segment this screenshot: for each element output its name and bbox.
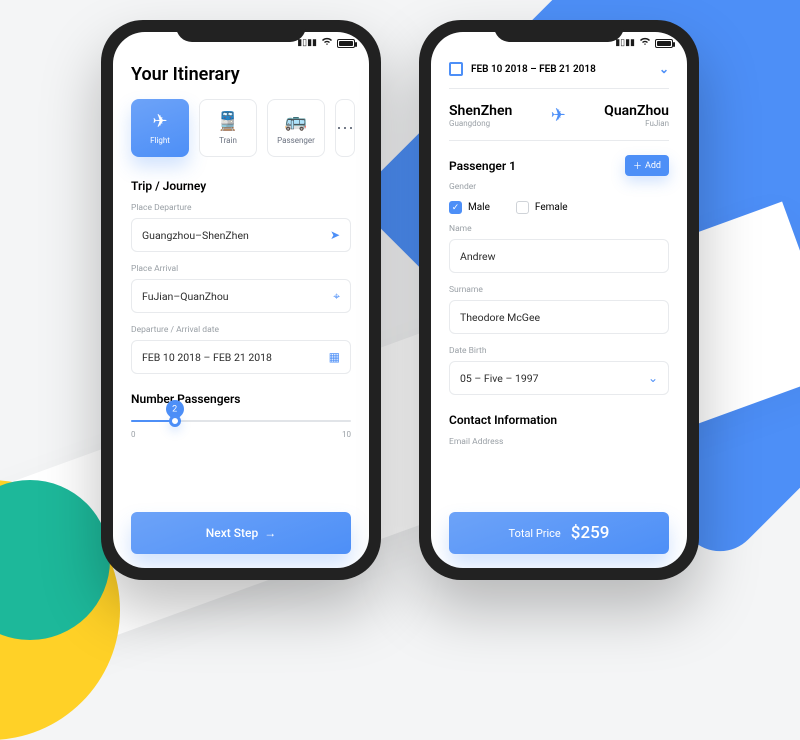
next-step-button[interactable]: Next Step → — [131, 512, 351, 554]
date-range-selector[interactable]: FEB 10 2018 – FEB 21 2018 ⌄ — [449, 54, 669, 89]
from-city: ShenZhen Guangdong — [449, 103, 512, 128]
device-notch — [494, 20, 624, 42]
arrival-field[interactable]: FuJian–QuanZhou ⌖ — [131, 279, 351, 313]
arrival-label: Place Arrival — [131, 264, 351, 274]
slider-min: 0 — [131, 430, 136, 439]
bus-icon: 🚌 — [285, 111, 307, 132]
to-city: QuanZhou FuJian — [604, 103, 669, 128]
plane-icon: ✈ — [551, 105, 566, 126]
date-range-value: FEB 10 2018 – FEB 21 2018 — [471, 64, 596, 75]
tab-label: Train — [219, 136, 237, 145]
departure-field[interactable]: Guangzhou–ShenZhen ➤ — [131, 218, 351, 252]
slider-thumb[interactable] — [169, 415, 181, 427]
dob-label: Date Birth — [449, 346, 669, 356]
arrival-value: FuJian–QuanZhou — [142, 290, 229, 303]
email-label: Email Address — [449, 437, 669, 447]
passenger-heading: Passenger 1 — [449, 159, 516, 173]
price-value: $259 — [571, 523, 610, 543]
tab-passenger[interactable]: 🚌 Passenger — [267, 99, 325, 157]
battery-icon — [337, 39, 355, 48]
signal-icon: ▮▯▮▮ — [615, 38, 635, 48]
departure-value: Guangzhou–ShenZhen — [142, 229, 249, 242]
tab-train[interactable]: 🚆 Train — [199, 99, 257, 157]
total-price-button[interactable]: Total Price $259 — [449, 512, 669, 554]
arrow-right-icon: → — [264, 526, 276, 540]
surname-value: Theodore McGee — [460, 311, 540, 324]
phone-mockup-passenger: ▮▯▮▮ FEB 10 2018 – FEB 21 2018 ⌄ ShenZh — [419, 20, 699, 580]
train-icon: 🚆 — [217, 111, 239, 132]
date-field[interactable]: FEB 10 2018 – FEB 21 2018 ▦ — [131, 340, 351, 374]
gender-male-option[interactable]: ✓ Male — [449, 201, 490, 214]
price-label: Total Price — [509, 527, 561, 540]
gender-label: Gender — [449, 182, 669, 192]
plane-icon: ✈ — [152, 111, 167, 132]
calendar-icon — [449, 62, 463, 76]
surname-field[interactable]: Theodore McGee — [449, 300, 669, 334]
tab-flight[interactable]: ✈ Flight — [131, 99, 189, 157]
calendar-icon: ▦ — [329, 350, 340, 364]
plus-icon: ＋ — [633, 159, 642, 172]
section-trip: Trip / Journey — [131, 179, 351, 193]
cta-label: Next Step — [206, 526, 258, 540]
add-passenger-button[interactable]: ＋ Add — [625, 155, 669, 176]
chevron-down-icon: ⌄ — [648, 371, 658, 385]
transport-tabs: ✈ Flight 🚆 Train 🚌 Passenger ⋯ — [131, 99, 351, 157]
checkbox-unchecked-icon — [516, 201, 529, 214]
contact-heading: Contact Information — [449, 413, 669, 427]
surname-label: Surname — [449, 285, 669, 295]
generic-icon: ⋯ — [336, 118, 354, 139]
wifi-icon — [639, 37, 651, 49]
dob-value: 05 – Five – 1997 — [460, 372, 539, 385]
departure-label: Place Departure — [131, 203, 351, 213]
name-label: Name — [449, 224, 669, 234]
battery-icon — [655, 39, 673, 48]
signal-icon: ▮▯▮▮ — [297, 38, 317, 48]
date-label: Departure / Arrival date — [131, 325, 351, 335]
page-title: Your Itinerary — [131, 64, 351, 85]
dob-field[interactable]: 05 – Five – 1997 ⌄ — [449, 361, 669, 395]
pin-icon: ⌖ — [333, 289, 340, 304]
gender-female-option[interactable]: Female — [516, 201, 568, 214]
tab-label: Flight — [150, 136, 170, 145]
chevron-down-icon: ⌄ — [659, 62, 669, 76]
name-field[interactable]: Andrew — [449, 239, 669, 273]
locate-icon: ➤ — [330, 228, 340, 242]
tab-label: Passenger — [277, 136, 315, 145]
name-value: Andrew — [460, 250, 496, 263]
route-summary: ShenZhen Guangdong ✈ QuanZhou FuJian — [449, 89, 669, 141]
phone-mockup-itinerary: ▮▯▮▮ Your Itinerary ✈ Flight 🚆 Train — [101, 20, 381, 580]
wifi-icon — [321, 37, 333, 49]
add-label: Add — [645, 161, 661, 171]
section-passengers: Number Passengers — [131, 392, 351, 406]
slider-max: 10 — [342, 430, 351, 439]
tab-more[interactable]: ⋯ — [335, 99, 355, 157]
checkbox-checked-icon: ✓ — [449, 201, 462, 214]
device-notch — [176, 20, 306, 42]
passenger-slider[interactable]: 2 0 10 — [131, 420, 351, 439]
date-value: FEB 10 2018 – FEB 21 2018 — [142, 351, 272, 364]
